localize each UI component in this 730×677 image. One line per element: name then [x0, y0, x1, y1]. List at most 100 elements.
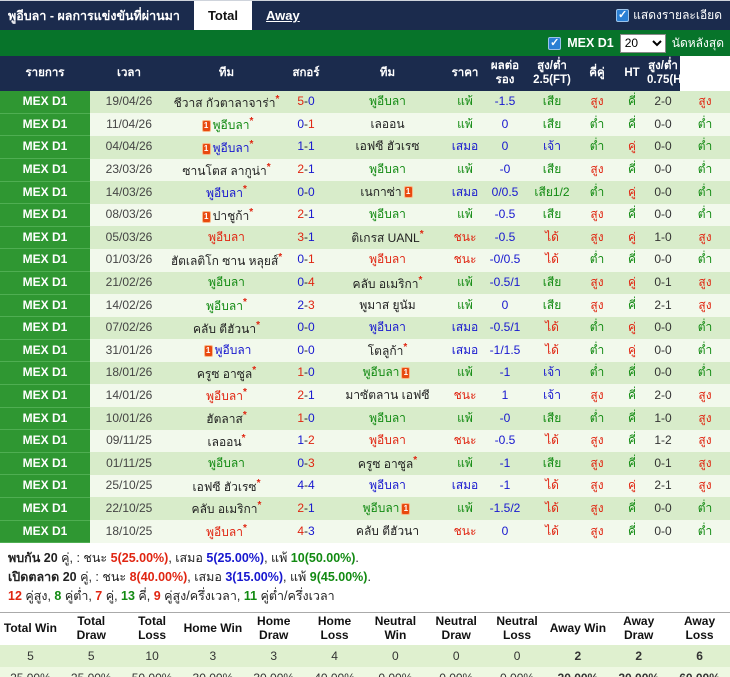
team-name[interactable]: ซานโตส ลากูน่า: [182, 164, 266, 178]
date-cell: 08/03/26: [90, 203, 168, 227]
away-score: 1: [308, 252, 315, 267]
team-name[interactable]: พูอีบลา: [206, 389, 243, 403]
odds-cell: 1: [482, 384, 528, 408]
over-under-ft-cell: สูง: [576, 271, 618, 295]
home-team-cell: พูอีบลา*: [168, 181, 285, 204]
over-under-ft-cell: สูง: [576, 520, 618, 543]
team-name[interactable]: พูอีบลา: [213, 141, 250, 155]
result-cell: แพ้: [448, 113, 482, 136]
team-name[interactable]: พูอีบลา: [369, 411, 406, 425]
team-name[interactable]: พูอีบลา: [369, 207, 406, 221]
match-count-select[interactable]: 20: [619, 33, 666, 53]
league-checkbox[interactable]: ✓: [548, 36, 562, 50]
summary-segment: , แพ้: [283, 570, 310, 585]
team-name[interactable]: พูอีบลา: [369, 94, 406, 108]
handicap-result-cell: เจ้า: [528, 361, 576, 385]
team-name[interactable]: มาซัตลาน เอฟซี: [345, 388, 429, 402]
stats-percent: 40.00%: [304, 666, 365, 677]
page: พูอีบลา - ผลการแข่งขันที่ผ่านมา Total Aw…: [0, 0, 730, 677]
odds-cell: -0.5/1: [482, 271, 528, 295]
team-name[interactable]: พูอีบลา: [213, 118, 250, 132]
team-name[interactable]: พูอีบลา: [369, 162, 406, 176]
match-row: MEX D1 18/10/25 พูอีบลา* 4-3 คลับ ตีฮัวนา ชนะ…: [0, 520, 730, 544]
star-marker: *: [242, 297, 247, 309]
star-marker: *: [242, 387, 247, 399]
star-marker: *: [249, 206, 254, 218]
ht-score-cell: 0-0: [646, 135, 680, 159]
team-name[interactable]: พูอีบลา: [206, 186, 243, 200]
over-under-ft-cell: ต่ำ: [576, 248, 618, 272]
team-name[interactable]: ฮัตเลติโก ซาน หลุยส์: [171, 254, 278, 268]
column-header-row: รายการ เวลา ทีม สกอร์ ทีม ราคา ผลต่อรอง สูง/ต่ำ…: [0, 56, 730, 91]
home-score: 2: [297, 162, 304, 177]
away-score: 2: [308, 433, 315, 448]
team-name[interactable]: พูอีบลา: [369, 433, 406, 447]
team-name[interactable]: เนกาซ่า: [360, 185, 401, 199]
team-name[interactable]: เอฟซี ฮัวเรซ: [355, 139, 419, 153]
match-row: MEX D1 07/02/26 คลับ ตีฮัวนา* 0-0 พูอีบลา เสม…: [0, 316, 730, 340]
team-name[interactable]: พูอีบลา: [208, 230, 245, 244]
red-card-icon: 1: [201, 142, 211, 155]
team-name[interactable]: พูมาส ยูนัม: [359, 298, 415, 312]
handicap-result-cell: ได้: [528, 316, 576, 340]
away-score: 0: [308, 410, 315, 425]
team-name[interactable]: เอฟซี ฮัวเรซ: [193, 480, 257, 494]
away-score: 3: [308, 523, 315, 538]
team-name[interactable]: เลออน: [370, 117, 404, 131]
ht-score-cell: 0-1: [646, 452, 680, 475]
stats-percent: 30.00%: [182, 666, 244, 677]
summary-segment: 11: [243, 589, 258, 604]
home-team-cell: ฮัตลาส*: [168, 407, 285, 430]
team-name[interactable]: พูอีบลา: [206, 525, 243, 539]
team-name[interactable]: โตลูก้า: [368, 344, 404, 358]
tab-total[interactable]: Total: [193, 1, 253, 30]
date-cell: 09/11/25: [90, 429, 168, 453]
home-score: 5: [297, 94, 304, 109]
away-team-cell: พูอีบลา: [327, 316, 448, 340]
team-name[interactable]: ครูซ อาซูล: [358, 457, 413, 471]
home-score: 0: [297, 455, 304, 470]
over-under-ft-cell: สูง: [576, 474, 618, 498]
team-name[interactable]: คลับ ตีฮัวนา: [193, 322, 256, 336]
odds-cell: -1: [482, 361, 528, 385]
tab-away[interactable]: Away: [252, 1, 314, 30]
team-name[interactable]: พูอีบลา: [208, 275, 245, 289]
away-score: 1: [308, 229, 315, 244]
team-name[interactable]: ครูซ อาซูล: [197, 367, 252, 381]
away-score: 1: [308, 387, 315, 402]
show-detail-checkbox[interactable]: ✓: [616, 9, 630, 22]
red-card-icon: 1: [401, 502, 411, 515]
page-title: พูอีบลา - ผลการแข่งขันที่ผ่านมา: [8, 8, 180, 23]
team-name[interactable]: พูอีบลา: [215, 343, 252, 357]
over-under-ht-cell: ต่ำ: [680, 113, 730, 136]
team-name[interactable]: พูอีบลา: [206, 299, 243, 313]
team-name[interactable]: ปาชูก้า: [213, 209, 250, 223]
team-name[interactable]: พูอีบลา: [369, 478, 406, 492]
match-table: รายการ เวลา ทีม สกอร์ ทีม ราคา ผลต่อรอง สูง/ต่ำ…: [0, 56, 730, 544]
team-name[interactable]: คลับ อเมริกา: [192, 502, 258, 516]
home-score: 4: [297, 478, 304, 493]
date-cell: 31/01/26: [90, 339, 168, 362]
league-cell: MEX D1: [0, 181, 90, 205]
column-header: เวลา: [90, 56, 168, 91]
date-cell: 01/03/26: [90, 248, 168, 272]
team-name[interactable]: ติเกรส UANL: [351, 231, 419, 245]
star-marker: *: [249, 116, 254, 128]
team-name[interactable]: ฮัตลาส: [206, 412, 243, 426]
team-name[interactable]: พูอีบลา: [369, 252, 406, 266]
team-name[interactable]: พูอีบลา: [363, 501, 400, 515]
home-team-cell: ชีวาส กัวตาลาจาร่า*: [168, 90, 285, 114]
score-cell: 1-1: [285, 135, 327, 159]
team-name[interactable]: คลับ ตีฮัวนา: [356, 524, 419, 538]
team-name[interactable]: ชีวาส กัวตาลาจาร่า: [174, 96, 276, 110]
odds-cell: 0: [482, 113, 528, 136]
team-name[interactable]: พูอีบลา: [208, 456, 245, 470]
away-team-cell: พูอีบลา: [327, 429, 448, 453]
home-team-cell: พูอีบลา: [168, 452, 285, 475]
team-name[interactable]: พูอีบลา: [363, 365, 400, 379]
home-score: 0: [297, 116, 304, 131]
team-name[interactable]: คลับ อเมริกา: [353, 277, 419, 291]
team-name[interactable]: เลออน: [208, 435, 242, 449]
team-name[interactable]: พูอีบลา: [369, 320, 406, 334]
away-score: 4: [308, 275, 315, 289]
